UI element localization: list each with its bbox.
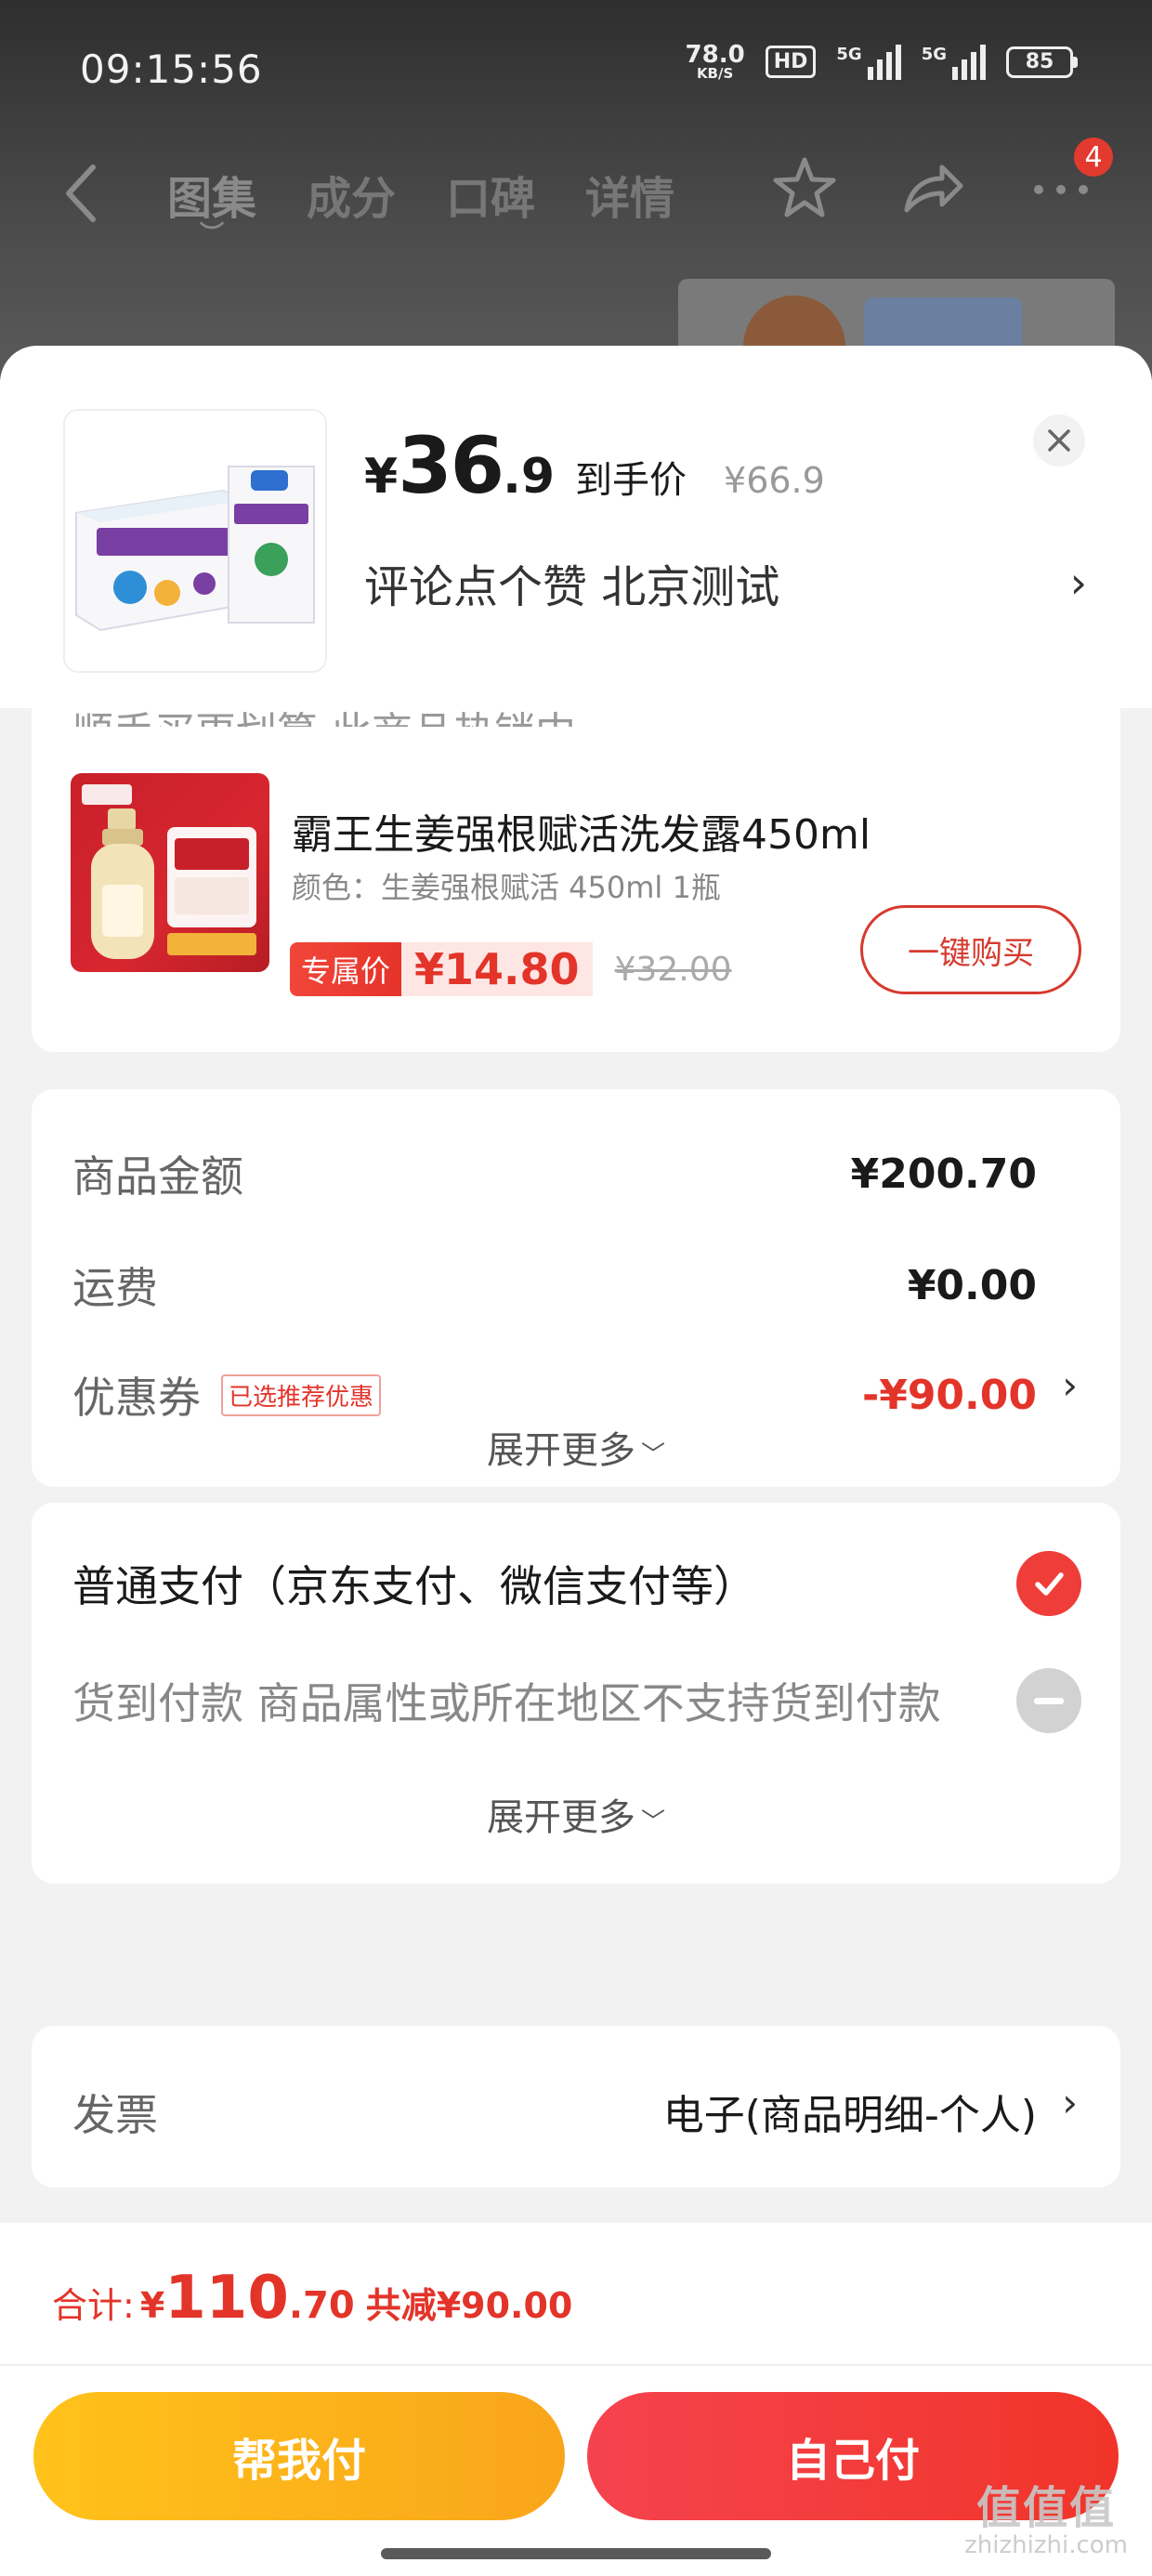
chevron-right-icon: › [1062, 2080, 1078, 2125]
invoice-label: 发票 [72, 2090, 158, 2140]
message-count-badge: 4 [1074, 138, 1113, 177]
recommended-price-row: 专属价 ¥14.80 ¥32.00 [290, 942, 732, 996]
chevron-right-icon: › [1069, 558, 1087, 608]
watermark-logo: 值值值 [976, 2481, 1117, 2534]
tab-indicator-icon: ︶ [199, 221, 225, 249]
battery-icon: 85 [1006, 46, 1078, 78]
coupon-value: -¥90.00 [861, 1371, 1037, 1419]
expand-more-label: 展开更多 [486, 1429, 635, 1472]
total-integer: 110 [164, 2264, 289, 2333]
total-label: 合计: [52, 2285, 135, 2326]
shipping-row: 运费 ¥0.00 [72, 1255, 1037, 1316]
status-time: 09:15:56 [80, 46, 263, 92]
product-thumbnail [65, 411, 325, 671]
net-speed-value: 78.0 [685, 41, 745, 69]
cod-payment-label: 货到付款 商品属性或所在地区不支持货到付款 [72, 1678, 941, 1728]
checkmark-icon[interactable] [1016, 1551, 1081, 1616]
one-click-buy-button[interactable]: 一键购买 [860, 905, 1081, 994]
disabled-icon [1016, 1668, 1081, 1733]
tab-ingredients-label: 成分 [307, 173, 397, 225]
watermark-site: zhizhizhi.com [964, 2531, 1128, 2560]
final-price: ¥ 36 .9 到手价 ¥66.9 [364, 420, 825, 511]
tab-details[interactable]: 详情 [585, 162, 674, 227]
total-decimal: .70 [288, 2284, 355, 2327]
exclusive-price: ¥14.80 [401, 942, 593, 996]
recommended-product-image[interactable] [71, 773, 269, 972]
footer-divider [0, 2364, 1152, 2366]
price-symbol: ¥ [364, 449, 399, 505]
address-text: 评论点个赞 北京测试 [364, 561, 780, 613]
net-speed: 78.0 KB/S [686, 43, 745, 81]
address-selector[interactable]: 评论点个赞 北京测试 › [364, 550, 1087, 615]
shipping-label: 运费 [72, 1263, 158, 1313]
coupon-label: 优惠券 [72, 1373, 201, 1423]
payment-method-card: 普通支付（京东支付、微信支付等） 货到付款 商品属性或所在地区不支持货到付款 展… [32, 1503, 1120, 1884]
expand-more-label: 展开更多 [486, 1796, 635, 1839]
amount-summary-card: 商品金额 ¥200.70 运费 ¥0.00 优惠券 已选推荐优惠 -¥90.00… [32, 1089, 1120, 1487]
recommended-product-spec: 颜色：生姜强根赋活 450ml 1瓶 [292, 870, 721, 905]
tab-reviews[interactable]: 口碑 [446, 162, 535, 227]
battery-level: 85 [1006, 46, 1073, 78]
recommend-heading: 顺手买更划算 此商品热销中 [72, 699, 576, 727]
chevron-right-icon[interactable]: › [1062, 1362, 1078, 1408]
coupon-recommended-badge: 已选推荐优惠 [221, 1373, 382, 1416]
tab-ingredients[interactable]: 成分 [307, 162, 396, 227]
total-savings: 共减¥90.00 [365, 2285, 573, 2326]
goods-amount-row: 商品金额 ¥200.70 [72, 1143, 1037, 1204]
goods-amount-label: 商品金额 [72, 1151, 243, 1202]
sheet-header: ¥ 36 .9 到手价 ¥66.9 评论点个赞 北京测试 › [0, 346, 1152, 708]
signal-label-2: 5G [921, 44, 947, 64]
original-price: ¥66.9 [724, 460, 825, 501]
hd-icon: HD [765, 46, 817, 78]
total-summary: 合计: ¥ 110 .70 共减¥90.00 [52, 2264, 572, 2333]
signal-label: 5G [836, 44, 862, 64]
amount-expand-more[interactable]: 展开更多 ﹀ [32, 1420, 1120, 1474]
product-nav-bar: 图集 ︶ 成分 口碑 详情 4 [0, 138, 1152, 249]
normal-payment-label: 普通支付（京东支付、微信支付等） [72, 1561, 756, 1611]
tab-reviews-label: 口碑 [446, 173, 536, 225]
star-icon[interactable] [769, 152, 840, 223]
cod-payment-option: 货到付款 商品属性或所在地区不支持货到付款 [72, 1668, 1081, 1733]
signal-icon: 5G [836, 44, 901, 80]
status-icons: 78.0 KB/S HD 5G 5G 85 [686, 43, 1078, 81]
signal-icon-2: 5G [921, 44, 986, 80]
coupon-row[interactable]: 优惠券 已选推荐优惠 -¥90.00 [72, 1364, 1037, 1426]
checkout-footer: 合计: ¥ 110 .70 共减¥90.00 帮我付 自己付 值值值 zhizh… [0, 2223, 1152, 2576]
invoice-card[interactable]: 发票 电子(商品明细-个人) › [32, 2026, 1120, 2188]
recommended-product-card: 顺手买更划算 此商品热销中 霸王生姜强根赋活洗发露450ml 颜色：生姜强根赋活… [32, 708, 1120, 1052]
invoice-value: 电子(商品明细-个人) [662, 2092, 1037, 2139]
payment-expand-more[interactable]: 展开更多 ﹀ [32, 1787, 1120, 1841]
status-bar: 09:15:56 78.0 KB/S HD 5G 5G 85 [0, 0, 1152, 139]
goods-amount-value: ¥200.70 [850, 1150, 1037, 1198]
help-me-pay-button[interactable]: 帮我付 [33, 2392, 565, 2520]
recommended-original-price: ¥32.00 [614, 950, 732, 989]
price-decimal: .9 [503, 449, 556, 505]
tab-details-label: 详情 [585, 173, 675, 225]
watermark: 值值值 zhizhizhi.com [964, 2481, 1128, 2560]
price-tag-label: 到手价 [575, 459, 687, 502]
more-icon[interactable]: 4 [1026, 138, 1113, 223]
shipping-value: ¥0.00 [907, 1261, 1037, 1309]
normal-payment-option[interactable]: 普通支付（京东支付、微信支付等） [72, 1551, 1081, 1616]
nav-tabs: 图集 ︶ 成分 口碑 详情 [167, 162, 674, 249]
recommended-product-title[interactable]: 霸王生姜强根赋活洗发露450ml [292, 801, 871, 861]
exclusive-price-tag: 专属价 [290, 942, 402, 996]
chevron-down-icon: ﹀ [640, 1440, 665, 1469]
net-speed-unit: KB/S [696, 65, 734, 82]
back-arrow-icon[interactable] [56, 156, 108, 230]
share-icon[interactable] [897, 152, 968, 223]
tab-gallery[interactable]: 图集 ︶ [167, 162, 256, 249]
close-button[interactable] [1033, 414, 1085, 467]
home-indicator[interactable] [381, 2548, 771, 2559]
nav-actions: 4 [769, 138, 1113, 223]
chevron-down-icon: ﹀ [640, 1807, 665, 1836]
total-symbol: ¥ [139, 2285, 165, 2326]
close-icon [1048, 429, 1070, 452]
price-integer: 36 [398, 420, 504, 511]
coupon-label-wrap: 优惠券 已选推荐优惠 [72, 1364, 382, 1426]
